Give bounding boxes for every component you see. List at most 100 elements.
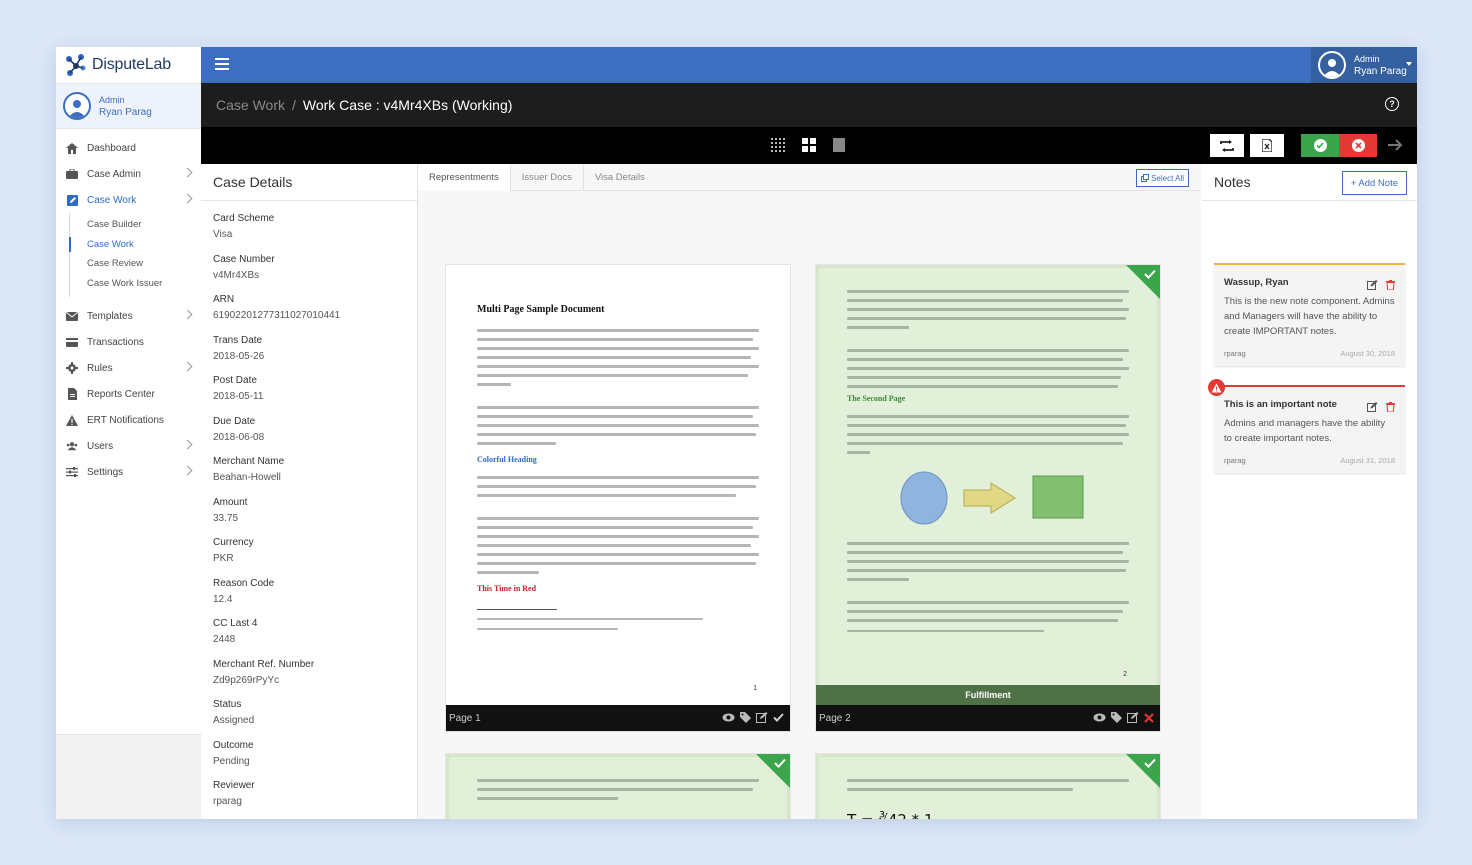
field-value: rparag [213, 796, 242, 807]
field-label: Reviewer [213, 780, 255, 791]
sidebar-subitem-case-builder[interactable]: Case Builder [70, 215, 201, 235]
page-actions [1093, 712, 1154, 723]
sidebar-item-label: Dashboard [87, 142, 136, 154]
edit-icon [66, 194, 78, 206]
field-value: Pending [213, 755, 250, 767]
user-name: Ryan Parag [1354, 65, 1407, 77]
tag-icon[interactable] [1111, 712, 1122, 723]
trash-icon[interactable] [1386, 280, 1395, 290]
export-excel-button[interactable] [1250, 134, 1284, 157]
briefcase-icon [66, 168, 78, 180]
chevron-right-icon [182, 439, 193, 450]
sidebar-subitem-case-work[interactable]: Case Work [69, 235, 201, 255]
tab-representments[interactable]: Representments [418, 164, 511, 191]
sidebar-subitem-case-work-issuer[interactable]: Case Work Issuer [70, 274, 201, 294]
reject-button[interactable] [1339, 134, 1377, 157]
green-heading: The Second Page [847, 394, 906, 403]
sidebar-user[interactable]: Admin Ryan Parag [56, 83, 201, 129]
page-card-3[interactable] [446, 754, 790, 819]
field-value: 33.75 [213, 512, 239, 524]
brand[interactable]: DisputeLab [56, 47, 201, 83]
eye-icon[interactable] [722, 713, 735, 722]
grid-small-view-icon[interactable] [771, 138, 785, 152]
help-icon[interactable]: ? [1385, 97, 1399, 111]
page-card-footer: Page 1 [446, 705, 790, 731]
sidebar: DisputeLab Admin Ryan Parag Dashboard Ca… [56, 47, 202, 819]
page-number: 1 [753, 685, 757, 692]
edit-icon[interactable] [1367, 402, 1378, 412]
tab-issuer-docs[interactable]: Issuer Docs [511, 164, 584, 190]
check-icon[interactable] [773, 713, 784, 722]
page-card-1[interactable]: Multi Page Sample Document Colorful Head… [446, 265, 790, 731]
user-menu[interactable]: Admin Ryan Parag [1311, 47, 1417, 83]
fulfillment-tag: Fulfillment [816, 685, 1160, 705]
sidebar-item-case-work[interactable]: Case Work [56, 187, 201, 213]
field-merchant-ref: Merchant Ref. Number Zd9p269rPyYc [201, 659, 417, 688]
field-value: v4Mr4XBs [213, 269, 260, 281]
single-page-view-icon[interactable] [833, 138, 845, 152]
red-heading: This Time in Red [477, 584, 537, 593]
avatar [1318, 51, 1346, 79]
note-card[interactable]: Wassup, Ryan This is the new note compon… [1214, 263, 1405, 366]
field-label: Card Scheme [213, 213, 275, 224]
field-label: Post Date [213, 375, 257, 386]
field-trans-date: Trans Date 2018-05-26 [201, 335, 417, 364]
field-reason-code: Reason Code 12.4 [201, 578, 417, 607]
tab-visa-details[interactable]: Visa Details [584, 164, 656, 190]
rotate-icon [1220, 139, 1234, 152]
select-all-button[interactable]: Select All [1136, 169, 1189, 187]
field-due-date: Due Date 2018-06-08 [201, 416, 417, 445]
sidebar-item-case-admin[interactable]: Case Admin [56, 161, 201, 187]
grid-large-view-icon[interactable] [802, 138, 816, 152]
page-card-2[interactable]: The Second Page 2 Fulfillment Page 2 [816, 265, 1160, 731]
sidebar-item-transactions[interactable]: Transactions [56, 329, 201, 355]
field-value: 2018-05-26 [213, 350, 265, 362]
page-label: Page 2 [819, 712, 851, 724]
field-arn: ARN 61902201277311027010441 [201, 294, 417, 323]
field-label: Currency [213, 537, 254, 548]
sidebar-item-label: ERT Notifications [87, 414, 164, 426]
edit-icon[interactable] [1367, 280, 1378, 290]
breadcrumb-root-link[interactable]: Case Work [216, 97, 285, 113]
next-arrow-icon[interactable] [1388, 138, 1404, 152]
sidebar-item-reports-center[interactable]: Reports Center [56, 381, 201, 407]
page-thumbnail: Multi Page Sample Document Colorful Head… [449, 268, 787, 702]
footnotes [477, 609, 759, 630]
check-circle-icon [1313, 139, 1327, 152]
sidebar-item-users[interactable]: Users [56, 433, 201, 459]
eye-icon[interactable] [1093, 713, 1106, 722]
text-block [847, 290, 1129, 388]
tag-icon[interactable] [740, 712, 751, 723]
select-all-label: Select All [1151, 173, 1184, 183]
hamburger-menu-icon[interactable] [215, 58, 229, 70]
sidebar-item-rules[interactable]: Rules [56, 355, 201, 381]
field-card-scheme: Card Scheme Visa [201, 213, 417, 242]
sidebar-item-templates[interactable]: Templates [56, 303, 201, 329]
edit-icon[interactable] [756, 712, 768, 723]
trash-icon[interactable] [1386, 402, 1395, 412]
document-title: Multi Page Sample Document [477, 304, 605, 315]
page-card-4[interactable]: T = ∛42 * 1 [816, 754, 1160, 819]
sidebar-item-settings[interactable]: Settings [56, 459, 201, 485]
x-icon[interactable] [1144, 712, 1154, 723]
field-value: Beahan-Howell [213, 472, 281, 483]
caret-down-icon [1406, 62, 1412, 66]
sidebar-subitem-case-review[interactable]: Case Review [70, 254, 201, 274]
approve-button[interactable] [1301, 134, 1339, 157]
add-note-button[interactable]: + Add Note [1341, 171, 1407, 195]
sidebar-item-label: Transactions [87, 336, 144, 348]
check-icon [774, 758, 786, 768]
rotate-button[interactable] [1210, 134, 1244, 157]
sidebar-footer [56, 734, 201, 819]
envelope-icon [66, 310, 78, 322]
user-icon [68, 100, 86, 118]
edit-icon[interactable] [1127, 712, 1139, 723]
user-role: Admin [1354, 53, 1380, 64]
field-label: Merchant Ref. Number [213, 658, 315, 670]
sidebar-item-ert-notifications[interactable]: ERT Notifications [56, 407, 201, 433]
sidebar-item-label: Reports Center [87, 388, 155, 400]
text-block [847, 779, 1129, 791]
note-card-important[interactable]: This is an important note Admins and man… [1208, 379, 1405, 473]
sidebar-item-dashboard[interactable]: Dashboard [56, 135, 201, 161]
field-value: 2018-06-08 [213, 431, 265, 443]
